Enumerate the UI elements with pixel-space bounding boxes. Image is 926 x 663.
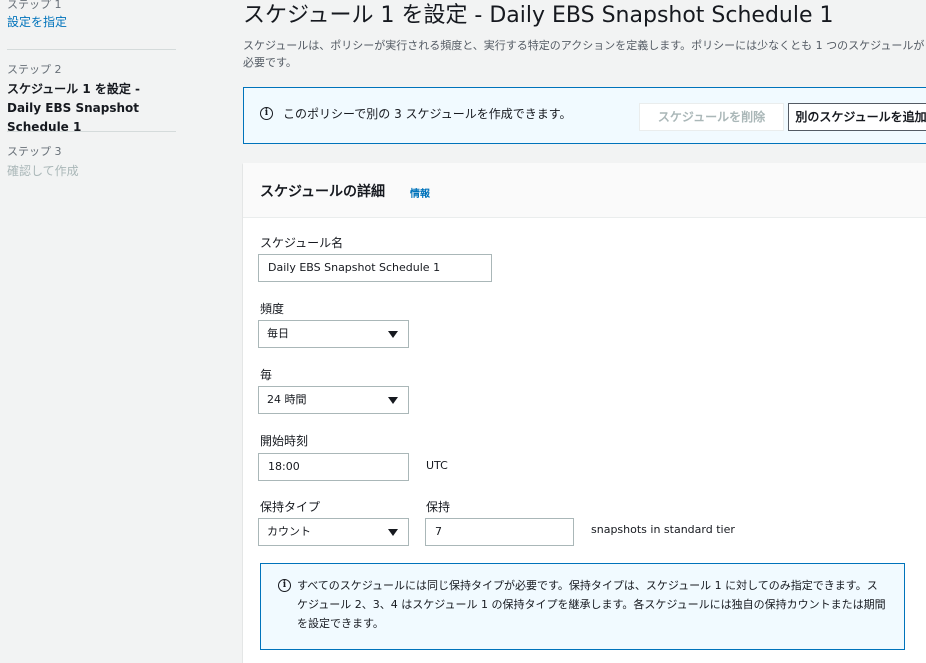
sidebar-divider	[7, 49, 176, 50]
info-icon: i	[260, 107, 273, 120]
step-2-label: スケジュール 1 を設定 - Daily EBS Snapshot Schedu…	[7, 82, 141, 134]
container-header: スケジュールの詳細 情報	[243, 163, 926, 218]
caret-down-icon	[388, 529, 398, 536]
schedule-info-banner: i このポリシーで別の 3 スケジュールを作成できます。 スケジュールを削除 別…	[243, 87, 926, 144]
frequency-label: 頻度	[260, 302, 285, 316]
retention-type-label: 保持タイプ	[260, 500, 321, 514]
wizard-sidebar: ステップ 1 設定を指定 ステップ 2 スケジュール 1 を設定 - Daily…	[0, 0, 178, 654]
info-icon: i	[278, 579, 291, 592]
every-label: 毎	[260, 368, 273, 382]
page-description: スケジュールは、ポリシーが実行される頻度と、実行する特定のアクションを定義します…	[243, 39, 925, 69]
retention-type-value: カウント	[267, 525, 311, 538]
retention-count-input[interactable]: 7	[425, 518, 574, 546]
container-title: スケジュールの詳細	[260, 184, 386, 200]
retention-type-select[interactable]: カウント	[258, 518, 409, 546]
sidebar-divider	[7, 131, 176, 132]
retention-notice: i すべてのスケジュールには同じ保持タイプが必要です。保持タイプは、スケジュール…	[260, 563, 905, 650]
step-2-number: ステップ 2	[7, 63, 62, 76]
every-select[interactable]: 24 時間	[258, 386, 409, 414]
info-link[interactable]: 情報	[410, 185, 430, 200]
banner-text: このポリシーで別の 3 スケジュールを作成できます。	[283, 107, 572, 121]
step-1: ステップ 1 設定を指定	[7, 0, 67, 31]
every-value: 24 時間	[267, 393, 307, 406]
start-time-input[interactable]: 18:00	[258, 453, 409, 481]
retention-label: 保持	[426, 500, 451, 514]
frequency-value: 毎日	[267, 327, 289, 340]
step-2: ステップ 2 スケジュール 1 を設定 - Daily EBS Snapshot…	[7, 63, 175, 137]
step-1-link[interactable]: 設定を指定	[7, 14, 67, 31]
add-schedule-button[interactable]: 別のスケジュールを追加	[788, 103, 926, 131]
notice-text: すべてのスケジュールには同じ保持タイプが必要です。保持タイプは、スケジュール 1…	[297, 579, 886, 630]
retention-suffix: snapshots in standard tier	[591, 523, 735, 536]
delete-schedule-button[interactable]: スケジュールを削除	[639, 103, 784, 131]
frequency-select[interactable]: 毎日	[258, 320, 409, 348]
schedule-name-input[interactable]: Daily EBS Snapshot Schedule 1	[258, 254, 492, 282]
caret-down-icon	[388, 331, 398, 338]
page-title: スケジュール 1 を設定 - Daily EBS Snapshot Schedu…	[243, 3, 834, 28]
schedule-name-label: スケジュール名	[260, 236, 344, 250]
step-3: ステップ 3 確認して作成	[7, 145, 79, 180]
schedule-details-container: スケジュールの詳細 情報 スケジュール名 Daily EBS Snapshot …	[243, 163, 926, 663]
caret-down-icon	[388, 397, 398, 404]
timezone-label: UTC	[426, 459, 448, 472]
step-3-number: ステップ 3	[7, 145, 62, 158]
start-time-label: 開始時刻	[260, 434, 309, 448]
step-1-number: ステップ 1	[7, 0, 62, 11]
step-3-label: 確認して作成	[7, 164, 79, 178]
